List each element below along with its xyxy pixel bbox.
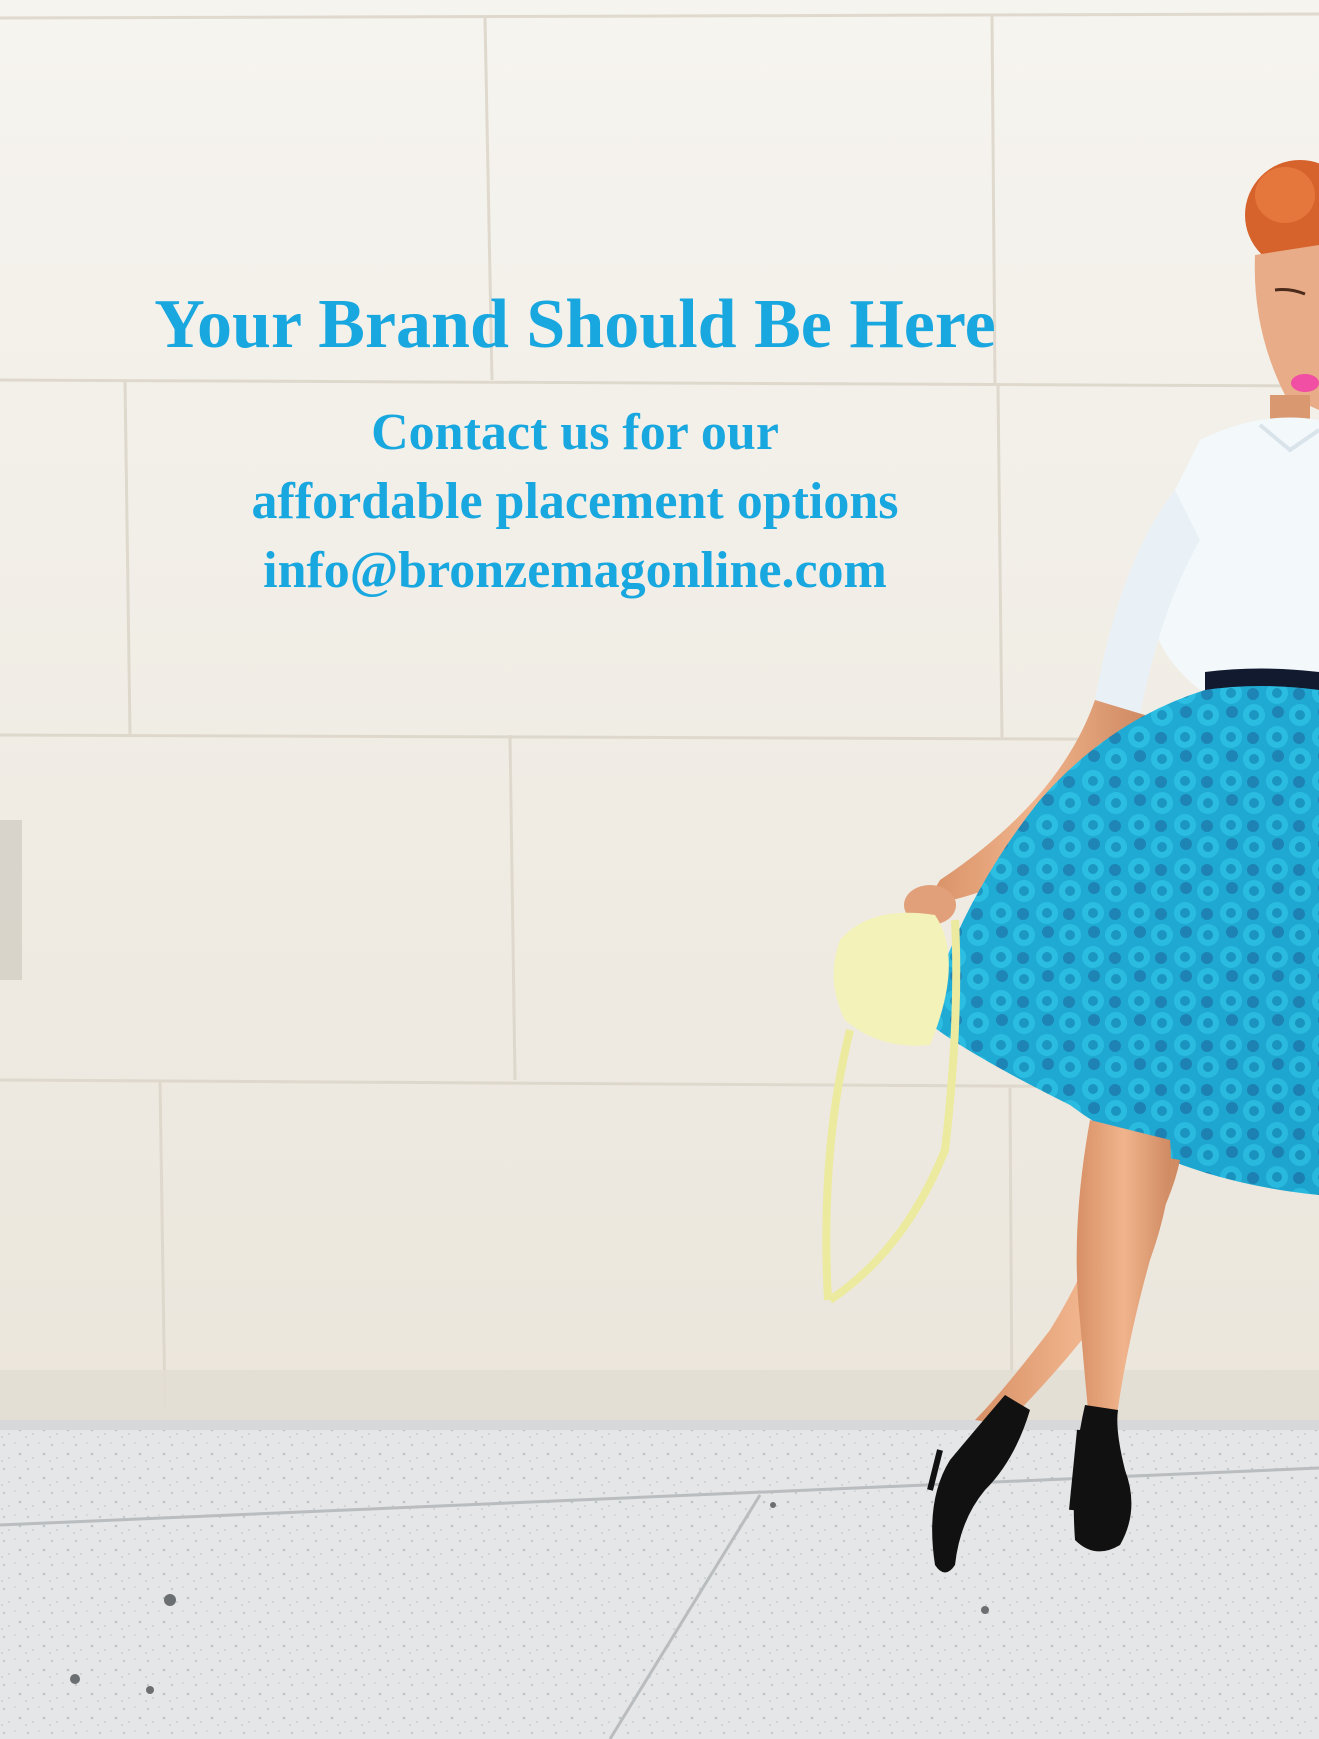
contact-email[interactable]: info@bronzemagonline.com [0,536,1150,605]
contact-line-2: affordable placement options [251,473,899,530]
advertisement-page: Your Brand Should Be Here Contact us for… [0,0,1319,1739]
ad-headline: Your Brand Should Be Here [154,286,996,363]
ad-contact-block: Contact us for our affordable placement … [0,398,1150,605]
background-photo [0,0,1319,1739]
contact-line-1: Contact us for our [371,404,779,461]
